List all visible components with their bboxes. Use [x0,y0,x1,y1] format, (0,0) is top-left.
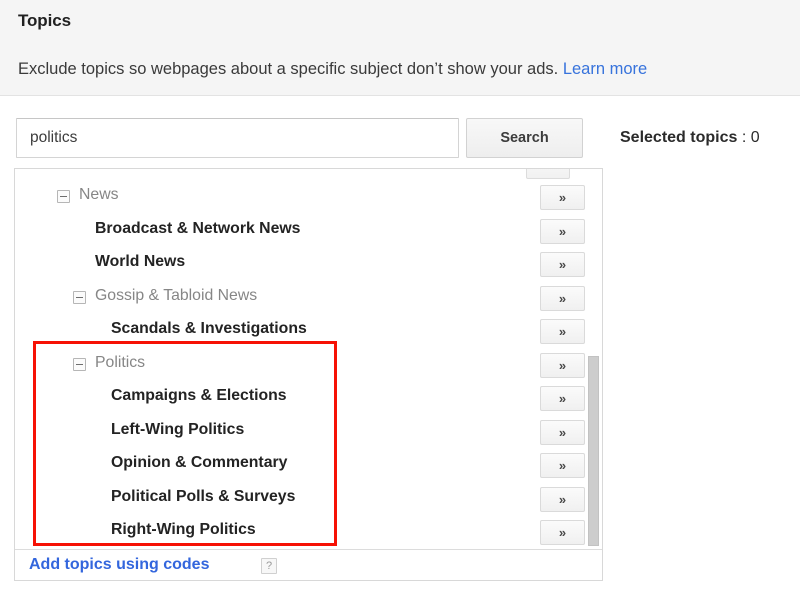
minus-square-icon[interactable] [57,190,70,203]
page-title: Topics [18,11,71,30]
tree-row[interactable]: Scandals & Investigations » [15,314,602,348]
tree-row[interactable]: Campaigns & Elections » [15,381,602,415]
tree-scrollbar-thumb[interactable] [588,355,599,547]
clipped-tree-row [15,169,602,180]
search-input[interactable] [16,118,459,158]
add-topic-move-button[interactable]: » [540,218,585,244]
tree-row-label: Left-Wing Politics [111,420,245,438]
topics-tree-scroll-area[interactable]: News» Broadcast & Network News» World News… [15,169,602,550]
header-band: Topics Exclude topics so webpages about … [0,0,800,96]
topics-tree-panel: News» Broadcast & Network News» World News… [14,168,603,581]
tree-row-label: World News [95,253,186,270]
minus-square-icon[interactable] [73,290,86,304]
selected-topics-label: Selected topics [620,129,738,146]
add-topic-move-button[interactable]: » [540,453,585,478]
add-topic-move-button[interactable]: » [540,419,585,445]
tree-row[interactable]: Politics » [15,348,602,382]
search-button[interactable]: Search [466,118,583,158]
search-row: Search Selected topics : 0 [0,96,800,168]
header-description: Exclude topics so webpages about a speci… [18,60,647,79]
add-topic-move-button[interactable]: » [540,386,585,411]
add-topic-move-button[interactable]: » [540,520,585,545]
tree-row-label: Opinion & Commentary [111,454,288,471]
add-topic-move-button[interactable]: » [540,252,585,277]
add-topic-move-button[interactable]: » [540,486,585,512]
add-topic-move-button[interactable]: » [540,319,585,344]
add-topics-using-codes-link[interactable]: Add topics using codes [29,556,209,574]
header-description-text: Exclude topics so webpages about a speci… [18,60,559,78]
minus-square-icon[interactable] [73,357,86,371]
tree-row[interactable]: Left-Wing Politics » [15,415,602,449]
tree-row[interactable]: Opinion & Commentary » [15,448,602,482]
tree-row-label: News [79,186,119,203]
tree-row[interactable]: Broadcast & Network News » [15,214,602,248]
tree-row[interactable]: Gossip & Tabloid News » [15,281,602,315]
tree-row[interactable]: News » [15,180,602,214]
tree-row[interactable]: World News » [15,247,602,281]
tree-row-label: Campaigns & Elections [111,387,287,404]
tree-row-label: Broadcast & Network News [95,219,301,237]
clipped-move-button[interactable] [526,169,570,179]
tree-footer: Add topics using codes ? [15,549,602,580]
tree-row-label: Right-Wing Politics [111,521,256,538]
tree-row-label: Politics [95,353,146,371]
tree-row-label: Political Polls & Surveys [111,487,296,505]
add-topic-move-button[interactable]: » [540,285,585,311]
selected-topics-counter: Selected topics : 0 [620,129,760,147]
tree-row[interactable]: Political Polls & Surveys » [15,482,602,516]
tree-row-label: Gossip & Tabloid News [95,286,258,304]
tree-row-label: Scandals & Investigations [111,320,307,337]
tree-scrollbar[interactable] [586,169,601,550]
tree-row[interactable]: Right-Wing Politics » [15,515,602,549]
add-topic-move-button[interactable]: » [540,352,585,378]
add-topic-move-button[interactable]: » [540,185,585,210]
selected-topics-value: : 0 [741,129,760,146]
learn-more-link[interactable]: Learn more [563,60,647,78]
help-question-icon[interactable]: ? [261,558,277,574]
